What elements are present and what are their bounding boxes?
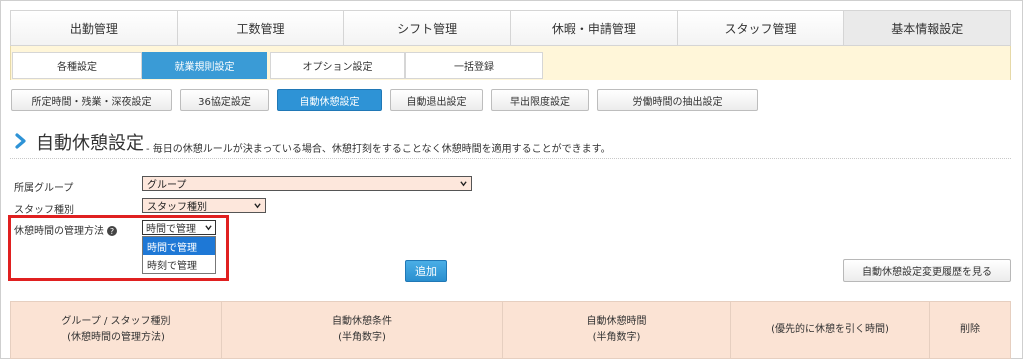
chevron-down-icon <box>254 203 261 209</box>
staff-type-select[interactable]: スタッフ種別 <box>142 198 266 213</box>
break-method-select[interactable]: 時間で管理 <box>142 220 216 235</box>
tab-auto-exit[interactable]: 自動退出設定 <box>390 89 483 111</box>
column-header-line1: グループ / スタッフ種別 <box>61 316 171 327</box>
add-button[interactable]: 追加 <box>405 260 447 282</box>
staff-type-label: スタッフ種別 <box>14 205 74 216</box>
sub-tab-work-rules[interactable]: 就業規則設定 <box>142 52 267 79</box>
main-tab-workload[interactable]: 工数管理 <box>177 11 345 45</box>
tab-auto-break[interactable]: 自動休憩設定 <box>277 89 382 111</box>
chevron-right-icon <box>15 133 26 149</box>
group-select[interactable]: グループ <box>142 176 472 191</box>
dropdown-option-by-clock-time[interactable]: 時刻で管理 <box>143 255 215 273</box>
main-tab-staff[interactable]: スタッフ管理 <box>677 11 845 45</box>
staff-type-select-value: スタッフ種別 <box>147 202 207 213</box>
column-header-line2: (半角数字) <box>592 332 641 343</box>
main-tab-shift[interactable]: シフト管理 <box>344 11 512 45</box>
view-history-button[interactable]: 自動休憩設定変更履歴を見る <box>843 259 1011 282</box>
dropdown-option-by-duration[interactable]: 時間で管理 <box>143 237 215 255</box>
chevron-down-icon <box>460 181 467 187</box>
main-tab-basic-settings[interactable]: 基本情報設定 <box>844 11 1011 45</box>
column-header-line2: (半角数字) <box>338 332 386 343</box>
page-description: - 毎日の休憩ルールが決まっている場合、休憩打刻をすることなく休憩時間を適用する… <box>146 144 611 155</box>
help-icon[interactable]: ? <box>107 226 117 236</box>
group-select-value: グループ <box>147 180 187 191</box>
group-label: 所属グループ <box>14 183 74 194</box>
tab-early-limit[interactable]: 早出限度設定 <box>491 89 589 111</box>
chevron-down-icon <box>205 225 212 231</box>
main-tab-attendance[interactable]: 出勤管理 <box>11 11 178 45</box>
sub-tab-general[interactable]: 各種設定 <box>12 52 142 79</box>
column-header-delete: 削除 <box>930 302 1010 358</box>
main-tab-leave-requests[interactable]: 休暇・申請管理 <box>511 11 678 45</box>
break-method-dropdown: 時間で管理 時刻で管理 <box>142 236 216 274</box>
tab-scheduled-overtime-night[interactable]: 所定時間・残業・深夜設定 <box>11 89 172 111</box>
column-header-line1: 自動休憩時間 <box>586 316 647 327</box>
sub-tab-bulk-register[interactable]: 一括登録 <box>405 52 543 79</box>
page-title: 自動休憩設定 <box>36 133 144 154</box>
break-method-label-text: 休憩時間の管理方法 <box>14 226 104 237</box>
heading-divider <box>10 158 1011 159</box>
column-header-priority-break-time: (優先的に休憩を引く時間) <box>731 302 930 358</box>
column-header-group-staff-type: グループ / スタッフ種別 (休憩時間の管理方法) <box>11 302 222 358</box>
tab-article36[interactable]: 36協定設定 <box>180 89 269 111</box>
column-header-line1: 自動休憩条件 <box>332 316 392 327</box>
column-header-line2: (休憩時間の管理方法) <box>67 332 165 343</box>
break-method-select-value: 時間で管理 <box>146 224 196 235</box>
sub-tab-options[interactable]: オプション設定 <box>270 52 405 79</box>
main-tab-bar: 出勤管理 工数管理 シフト管理 休暇・申請管理 スタッフ管理 基本情報設定 <box>10 10 1011 46</box>
column-header-auto-break-condition: 自動休憩条件 (半角数字) <box>222 302 503 358</box>
break-method-label: 休憩時間の管理方法? <box>14 222 117 237</box>
sub-tab-bar: 各種設定 就業規則設定 オプション設定 一括登録 <box>10 46 1011 80</box>
tab-work-time-extraction[interactable]: 労働時間の抽出設定 <box>597 89 758 111</box>
column-header-auto-break-time: 自動休憩時間 (半角数字) <box>503 302 731 358</box>
column-header-line1: (優先的に休憩を引く時間) <box>771 324 889 335</box>
settings-table-header: グループ / スタッフ種別 (休憩時間の管理方法) 自動休憩条件 (半角数字) … <box>10 301 1011 359</box>
column-header-line1: 削除 <box>960 324 980 335</box>
